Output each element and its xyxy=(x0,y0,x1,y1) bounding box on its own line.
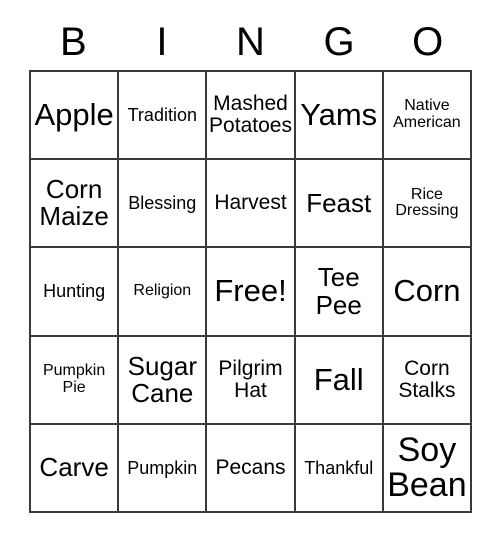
bingo-row: Corn Maize Blessing Harvest Feast Rice D… xyxy=(31,160,473,249)
bingo-cell[interactable]: Blessing xyxy=(119,160,208,249)
bingo-cell-label: Apple xyxy=(34,96,114,132)
bingo-cell[interactable]: Sugar Cane xyxy=(119,336,208,425)
bingo-cell-label: Corn xyxy=(393,273,461,309)
bingo-cell[interactable]: Pumpkin xyxy=(119,424,208,514)
bingo-cell-label: Free! xyxy=(214,273,287,309)
bingo-cell[interactable]: Pecans xyxy=(207,424,296,514)
bingo-cell-label: Feast xyxy=(306,187,372,218)
bingo-cell-label: Blessing xyxy=(128,192,197,213)
bingo-cell[interactable]: Fall xyxy=(295,336,384,425)
bingo-cell-label: Hunting xyxy=(43,281,106,302)
bingo-cell-label: Pecans xyxy=(215,456,286,479)
bingo-cell-label: Thankful xyxy=(304,457,374,478)
bingo-cell-label: Native American xyxy=(393,97,461,132)
bingo-cell-label: Fall xyxy=(313,361,364,397)
bingo-cell-label: Yams xyxy=(300,96,378,132)
bingo-cell-label: Mashed Potatoes xyxy=(209,92,292,138)
bingo-header-row: B I N G O xyxy=(29,14,472,70)
bingo-cell[interactable]: Soy Bean xyxy=(383,424,473,514)
bingo-cell-label: Harvest xyxy=(214,191,287,215)
bingo-cell[interactable]: Pilgrim Hat xyxy=(207,336,296,425)
bingo-cell[interactable]: Tradition xyxy=(119,72,208,161)
bingo-cell[interactable]: Carve xyxy=(31,424,120,514)
bingo-cell[interactable]: Pumpkin Pie xyxy=(31,336,120,425)
bingo-row: Hunting Religion Free! Tee Pee Corn xyxy=(31,248,473,337)
bingo-cell[interactable]: Native American xyxy=(383,72,473,161)
bingo-cell[interactable]: Tee Pee xyxy=(295,248,384,337)
bingo-cell-label: Rice Dressing xyxy=(395,185,459,220)
bingo-cell-label: Tee Pee xyxy=(315,262,362,320)
bingo-cell-label: Carve xyxy=(39,452,109,483)
bingo-cell-label: Corn Stalks xyxy=(398,356,456,402)
bingo-cell-label: Pumpkin Pie xyxy=(42,362,106,396)
bingo-grid: Apple Tradition Mashed Potatoes Yams Nat… xyxy=(29,70,473,514)
bingo-header-letter-o: O xyxy=(412,20,444,64)
bingo-cell[interactable]: Apple xyxy=(31,72,120,161)
bingo-cell[interactable]: Hunting xyxy=(31,248,120,337)
bingo-cell[interactable]: Religion xyxy=(119,248,208,337)
bingo-header-letter-b: B xyxy=(59,20,87,64)
bingo-cell-label: Pumpkin xyxy=(127,457,198,478)
bingo-cell[interactable]: Yams xyxy=(295,72,384,161)
bingo-cell[interactable]: Mashed Potatoes xyxy=(207,72,296,161)
bingo-cell-label: Sugar Cane xyxy=(127,350,197,408)
bingo-cell-free[interactable]: Free! xyxy=(207,248,296,337)
bingo-row: Pumpkin Pie Sugar Cane Pilgrim Hat Fall … xyxy=(31,336,473,425)
bingo-cell[interactable]: Thankful xyxy=(295,424,384,514)
bingo-card: B I N G O Apple Tradition Mashed Potatoe… xyxy=(0,0,500,544)
bingo-cell[interactable]: Corn xyxy=(383,248,473,337)
bingo-cell-label: Tradition xyxy=(127,104,197,125)
bingo-header-letter-n: N xyxy=(236,20,265,64)
bingo-cell[interactable]: Rice Dressing xyxy=(383,160,473,249)
bingo-cell[interactable]: Corn Stalks xyxy=(383,336,473,425)
bingo-row: Carve Pumpkin Pecans Thankful Soy Bean xyxy=(31,424,473,514)
bingo-cell[interactable]: Corn Maize xyxy=(31,160,120,249)
bingo-header-letter-i: I xyxy=(156,20,168,64)
bingo-header-letter-g: G xyxy=(323,20,355,64)
bingo-cell-label: Religion xyxy=(133,282,192,300)
bingo-cell[interactable]: Feast xyxy=(295,160,384,249)
bingo-row: Apple Tradition Mashed Potatoes Yams Nat… xyxy=(31,72,473,161)
bingo-cell-label: Pilgrim Hat xyxy=(218,356,283,402)
bingo-cell[interactable]: Harvest xyxy=(207,160,296,249)
bingo-cell-label: Corn Maize xyxy=(39,174,109,232)
bingo-cell-label: Soy Bean xyxy=(387,430,467,504)
